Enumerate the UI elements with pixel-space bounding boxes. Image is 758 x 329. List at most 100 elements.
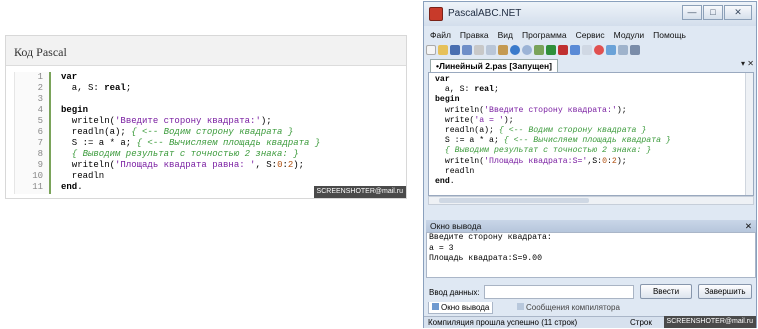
editor-line: end. [435,176,455,186]
tab-messages-label: Сообщения компилятора [526,303,620,312]
finish-button[interactable]: Завершить [698,284,752,299]
debug-icon[interactable] [582,45,592,55]
scroll-thumb[interactable] [439,198,589,203]
ide-window: PascalABC.NET — □ ✕ Файл Правка Вид Програм… [423,1,757,328]
open-folder-icon[interactable] [438,45,448,55]
editor-line: S := a * a; { <-- Вычисляем площадь квад… [435,136,671,146]
output-tab-icon [432,303,439,310]
step-icon[interactable] [570,45,580,55]
window-title: PascalABC.NET [448,8,522,19]
enter-button[interactable]: Ввести [640,284,692,299]
watermark: SCREENSHOTER@mail.ru [313,186,406,198]
editor-line: { Выводим результат с точностью 2 знака:… [435,146,652,156]
paste-icon[interactable] [498,45,508,55]
snippet-title: Код Pascal [6,36,406,66]
line-number: 3 [37,94,43,104]
editor-line: var [435,75,450,84]
status-line-count: Строк [630,318,652,327]
line-number: 5 [37,116,43,126]
title-bar: PascalABC.NET — □ ✕ [424,2,756,26]
cut-icon[interactable] [474,45,484,55]
menu-item[interactable]: Файл [430,28,451,42]
copy-icon[interactable] [486,45,496,55]
editor-line: readln [435,166,475,176]
code-line: writeln('Площадь квадрата равна: ', S:0:… [61,160,305,170]
code-editor[interactable]: var a, S: real; begin writeln('Введите ст… [428,72,754,196]
stop-icon[interactable] [558,45,568,55]
new-file-icon[interactable] [426,45,436,55]
tab-close-icon[interactable]: ▾ ✕ [741,59,754,68]
menu-item[interactable]: Помощь [653,28,686,42]
code-line: { Выводим результат с точностью 2 знака:… [61,149,299,159]
editor-lines: var a, S: real; begin writeln('Введите ст… [435,75,671,187]
editor-line: readln(a); { <-- Водим сторону квадрата … [435,125,647,135]
output-title: Окно вывода [430,221,482,231]
tab-output[interactable]: Окно вывода [428,302,494,314]
line-number: 6 [37,127,43,137]
messages-tab-icon [517,303,524,310]
line-number: 7 [37,138,43,148]
line-number: 9 [37,160,43,170]
editor-tab-bar: •Линейный 2.pas [Запущен] ▾ ✕ [426,59,756,72]
code-line: var [61,72,78,82]
window-icon[interactable] [618,45,628,55]
menu-item[interactable]: Вид [498,28,513,42]
editor-line: write('a = '); [435,115,514,125]
compile-icon[interactable] [534,45,544,55]
app-icon [429,7,443,21]
close-icon[interactable]: ✕ [745,220,752,232]
run-icon[interactable] [546,45,556,55]
status-text: Компиляция прошла успешно (11 строк) [428,318,578,327]
output-line: Введите сторону квадрата: [429,233,552,242]
line-number: 4 [37,105,43,115]
menu-item[interactable]: Программа [522,28,567,42]
line-number: 8 [37,149,43,159]
output-line: a = 3 [429,243,454,253]
undo-icon[interactable] [510,45,520,55]
input-field[interactable] [484,285,634,299]
toolbar [426,43,756,57]
format-icon[interactable] [606,45,616,55]
output-area: Введите сторону квадрата: a = 3 Площадь кв… [426,232,756,278]
menu-item[interactable]: Модули [614,28,644,42]
line-number: 1 [37,72,43,82]
minimize-button[interactable]: — [682,5,702,20]
code-line: S := a * a; { <-- Вычисляем площадь квад… [61,138,321,148]
line-number: 2 [37,83,43,93]
input-row: Ввод данных: Ввести Завершить [426,284,756,300]
code-lines: var a, S: real; begin writeln('Введите ст… [61,72,405,193]
maximize-button[interactable]: □ [703,5,723,20]
menu-bar: Файл Правка Вид Программа Сервис Модули Помощь [424,28,756,42]
status-bar: Компиляция прошла успешно (11 строк) Стр… [424,316,756,328]
line-number-gutter: 1 2 3 4 5 6 7 8 9 10 11 [15,72,51,194]
save-icon[interactable] [450,45,460,55]
menu-item[interactable]: Сервис [576,28,605,42]
output-line: Площадь квадрата:S=9.00 [429,254,543,263]
vertical-scrollbar[interactable] [745,73,753,195]
tab-file[interactable]: •Линейный 2.pas [Запущен] [430,59,558,72]
watermark: SCREENSHOTER@mail.ru [663,316,756,328]
settings-icon[interactable] [630,45,640,55]
breakpoint-icon[interactable] [594,45,604,55]
menu-item[interactable]: Правка [460,28,489,42]
code-line: readln(a); { <-- Водим сторону квадрата … [61,127,294,137]
line-number: 10 [32,171,43,181]
code-snippet-panel: Код Pascal 1 2 3 4 5 6 7 8 9 10 11 var a, S: real;… [5,35,407,199]
redo-icon[interactable] [522,45,532,55]
horizontal-scrollbar[interactable] [428,196,754,205]
save-all-icon[interactable] [462,45,472,55]
editor-line: begin [435,95,460,105]
code-block: 1 2 3 4 5 6 7 8 9 10 11 var a, S: real; begin write… [14,72,406,194]
tab-compiler-messages[interactable]: Сообщения компилятора [514,302,623,314]
code-line: readln [61,171,105,181]
code-line: writeln('Введите сторону квадрата:'); [61,116,272,126]
line-number: 11 [32,182,43,192]
close-button[interactable]: ✕ [724,5,752,20]
input-label: Ввод данных: [429,288,480,297]
code-line: a, S: real; [61,83,132,93]
output-panel-header: Окно вывода ✕ [426,220,756,232]
editor-line: writeln('Площадь квадрата:S=',S:0:2); [435,156,627,166]
bottom-tabs: Окно вывода Сообщения компилятора [426,302,756,314]
editor-line: a, S: real; [435,85,499,95]
